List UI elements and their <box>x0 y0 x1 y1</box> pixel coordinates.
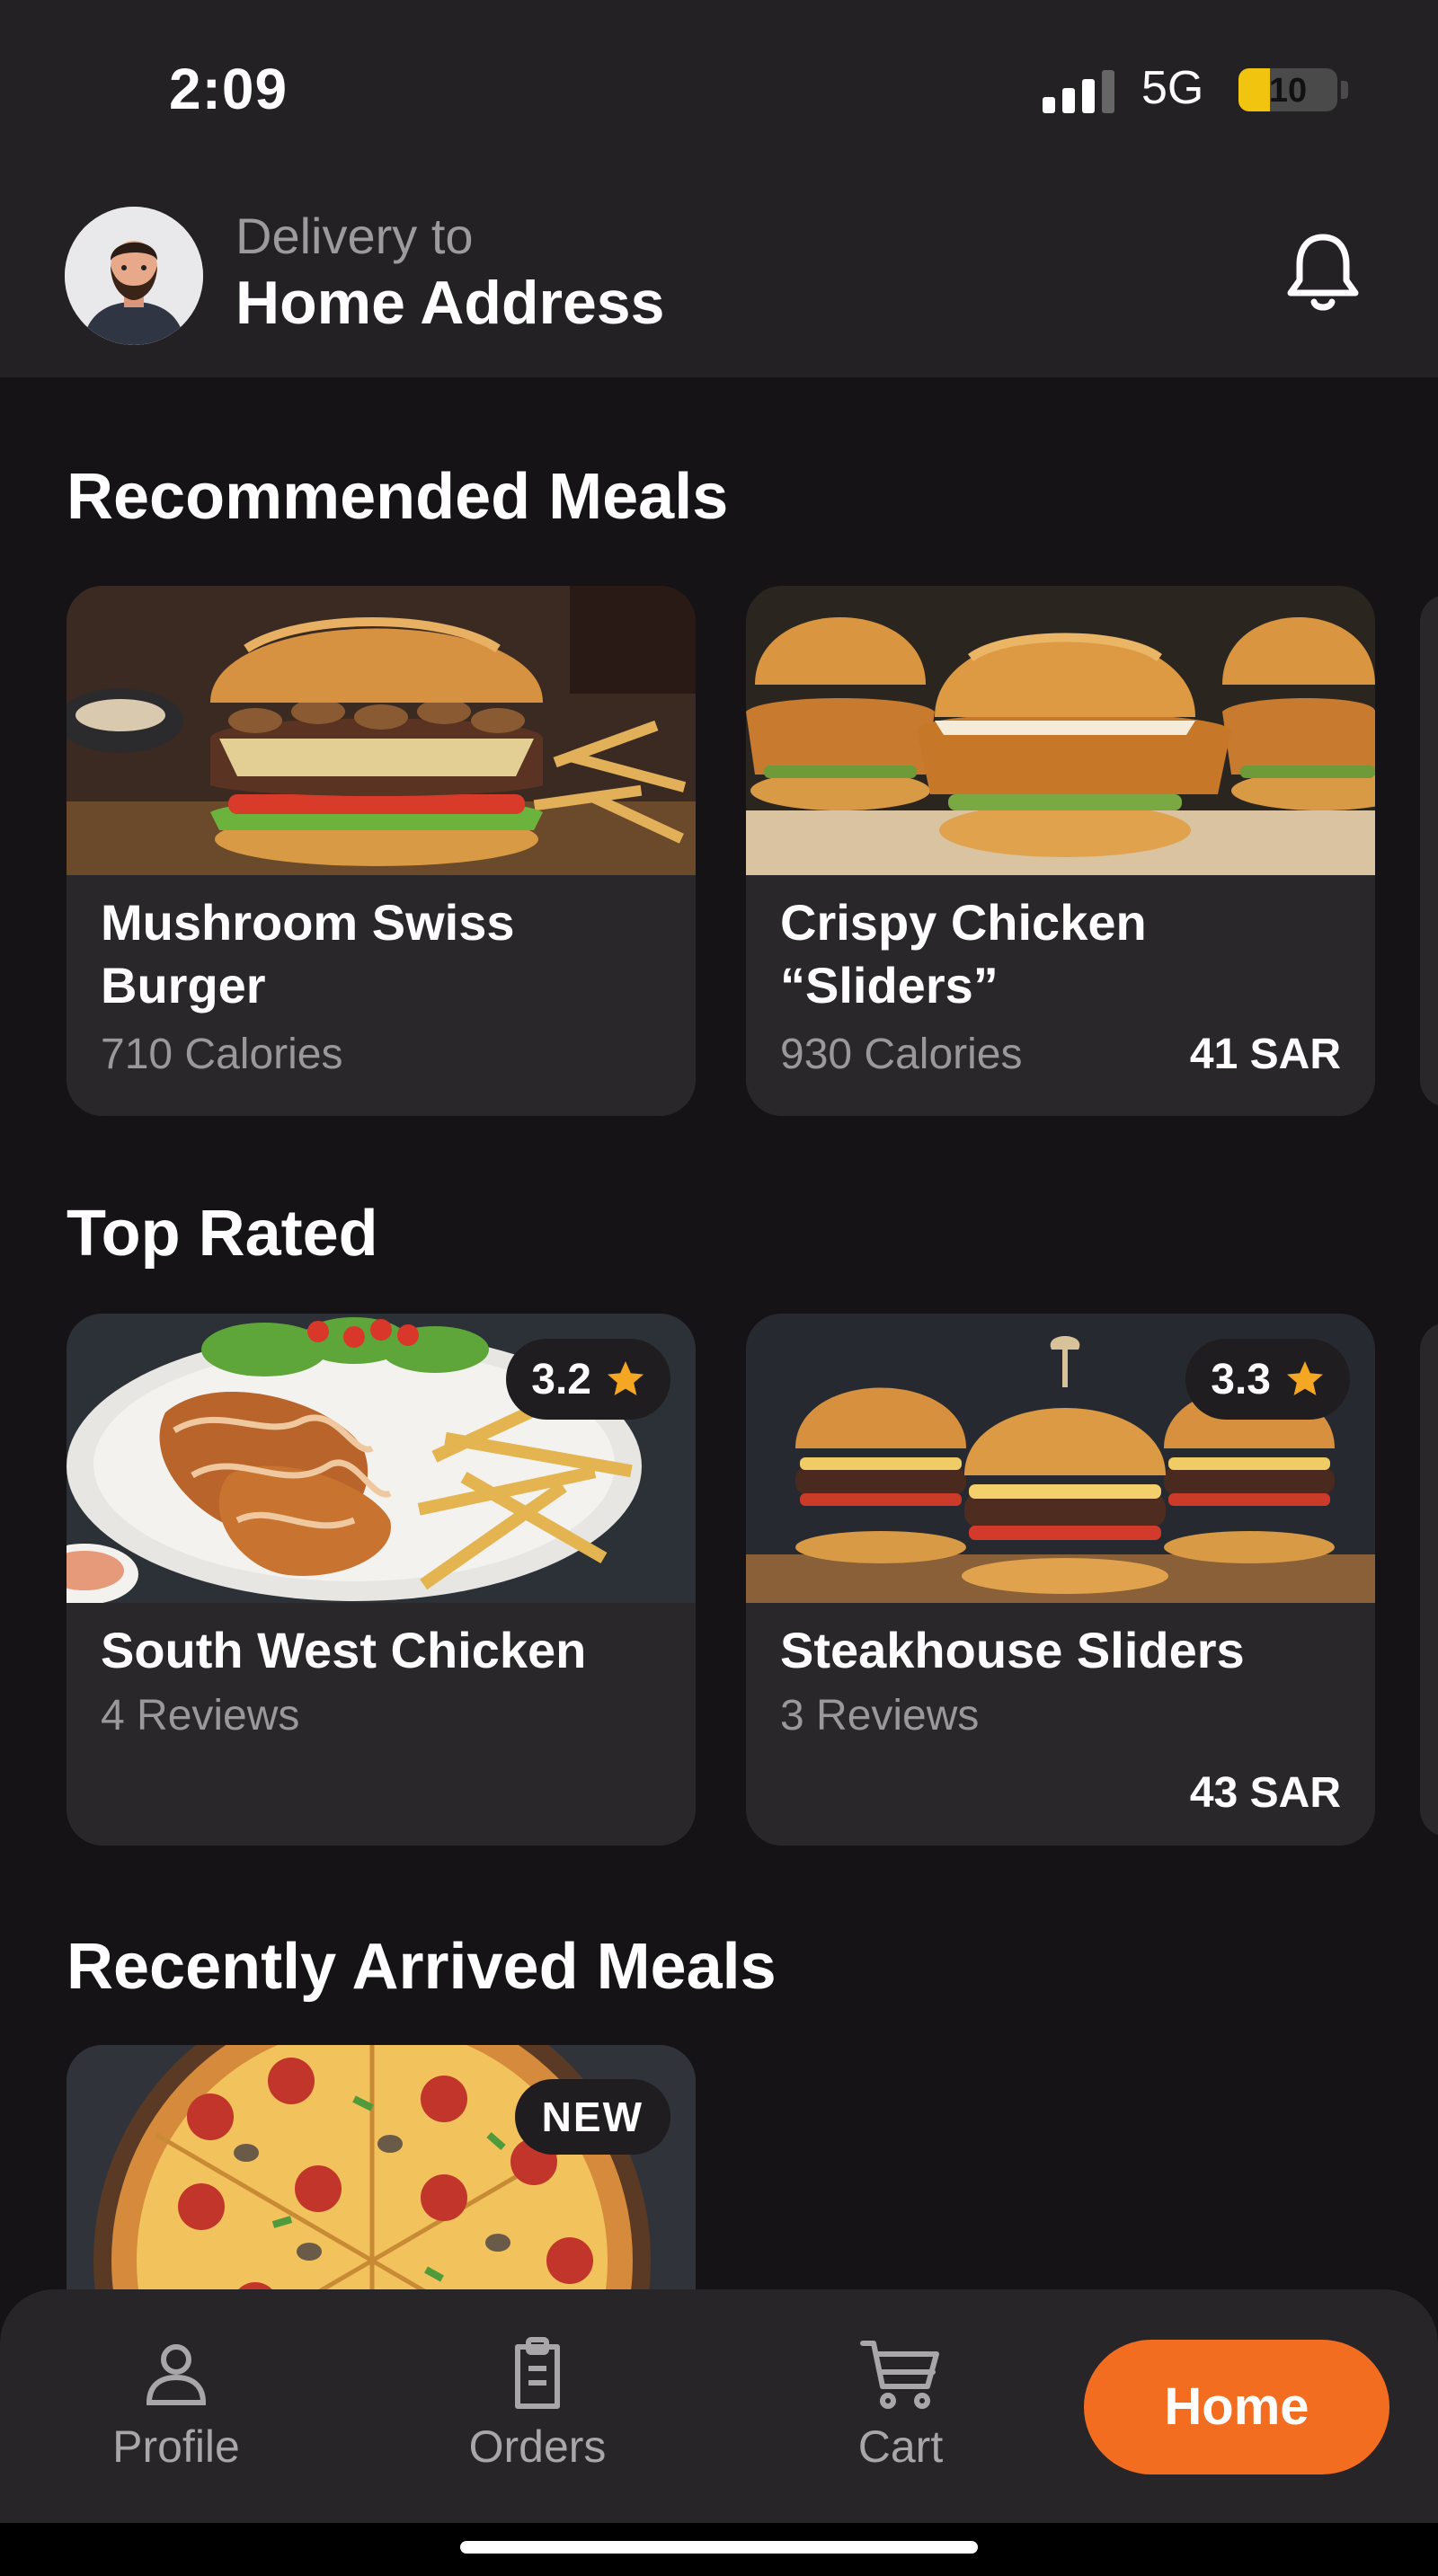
home-indicator[interactable] <box>460 2541 978 2554</box>
nav-item-orders[interactable]: Orders <box>448 2336 627 2473</box>
meal-image-chicken-sliders <box>746 586 1375 875</box>
meal-title: Steakhouse Sliders <box>780 1622 1245 1678</box>
meal-title: South West Chicken <box>101 1622 587 1678</box>
nav-item-cart[interactable]: Cart <box>811 2336 990 2473</box>
nav-item-profile[interactable]: Profile <box>86 2336 266 2473</box>
nav-label-orders: Orders <box>468 2421 607 2472</box>
rating-value: 3.3 <box>1211 1355 1271 1403</box>
meal-reviews: 3 Reviews <box>780 1692 980 1739</box>
bottom-nav: Profile Orders Cart Home <box>0 2289 1438 2523</box>
meal-price: 41 SAR <box>1189 1031 1341 1078</box>
bell-icon[interactable] <box>1276 225 1370 318</box>
person-icon <box>146 2344 207 2405</box>
next-card-peek[interactable] <box>1420 1323 1438 1837</box>
meal-image-south-west-chicken: 3.2 <box>67 1314 696 1603</box>
meal-reviews: 4 Reviews <box>101 1692 300 1739</box>
meal-card-steakhouse-sliders[interactable]: 3.3 Steakhouse Sliders 3 Reviews 43 SAR <box>746 1314 1375 1846</box>
new-badge: NEW <box>514 2079 670 2155</box>
meal-image-steakhouse-sliders: 3.3 <box>746 1314 1375 1603</box>
status-bar: 2:09 5G 10 <box>0 0 1438 180</box>
cart-icon <box>860 2341 939 2409</box>
status-time: 2:09 <box>169 57 288 121</box>
meal-calories: 710 Calories <box>101 1031 343 1078</box>
meal-title: Mushroom Swiss Burger <box>101 894 515 1014</box>
signal-icon <box>1043 68 1114 113</box>
meal-title: Crispy Chicken “Sliders” <box>780 894 1147 1014</box>
meal-card-mushroom-swiss-burger[interactable]: Mushroom Swiss Burger 710 Calories <box>67 586 696 1116</box>
delivery-address[interactable]: Home Address <box>235 268 664 338</box>
clipboard-icon <box>515 2337 560 2409</box>
meal-card-south-west-chicken[interactable]: 3.2 South West Chicken 4 Reviews <box>67 1314 696 1846</box>
header: Delivery to Home Address <box>0 180 1438 377</box>
network-type: 5G <box>1141 62 1204 114</box>
rating-value: 3.2 <box>531 1355 591 1403</box>
next-card-peek[interactable] <box>1420 595 1438 1107</box>
section-title-top-rated: Top Rated <box>67 1198 378 1270</box>
rating-badge: 3.2 <box>506 1339 670 1420</box>
nav-home-button[interactable]: Home <box>1084 2340 1389 2474</box>
rating-badge: 3.3 <box>1185 1339 1350 1420</box>
nav-label-profile: Profile <box>112 2421 240 2472</box>
meal-calories: 930 Calories <box>780 1031 1023 1078</box>
battery-tip <box>1341 81 1348 99</box>
nav-label-cart: Cart <box>857 2421 944 2472</box>
battery-icon: 10 <box>1238 68 1337 111</box>
user-avatar-icon[interactable] <box>65 207 203 345</box>
meal-price: 43 SAR <box>1189 1769 1341 1817</box>
meal-card-crispy-chicken-sliders[interactable]: Crispy Chicken “Sliders” 930 Calories 41… <box>746 586 1375 1116</box>
star-icon <box>1287 1361 1323 1395</box>
section-title-recently-arrived: Recently Arrived Meals <box>67 1931 777 2003</box>
star-icon <box>608 1361 644 1395</box>
battery-percent: 10 <box>1268 72 1308 110</box>
delivery-label: Delivery to <box>235 208 474 264</box>
section-title-recommended: Recommended Meals <box>67 461 729 533</box>
meal-image-mushroom-burger <box>67 586 696 875</box>
home-indicator-area <box>0 2523 1438 2576</box>
